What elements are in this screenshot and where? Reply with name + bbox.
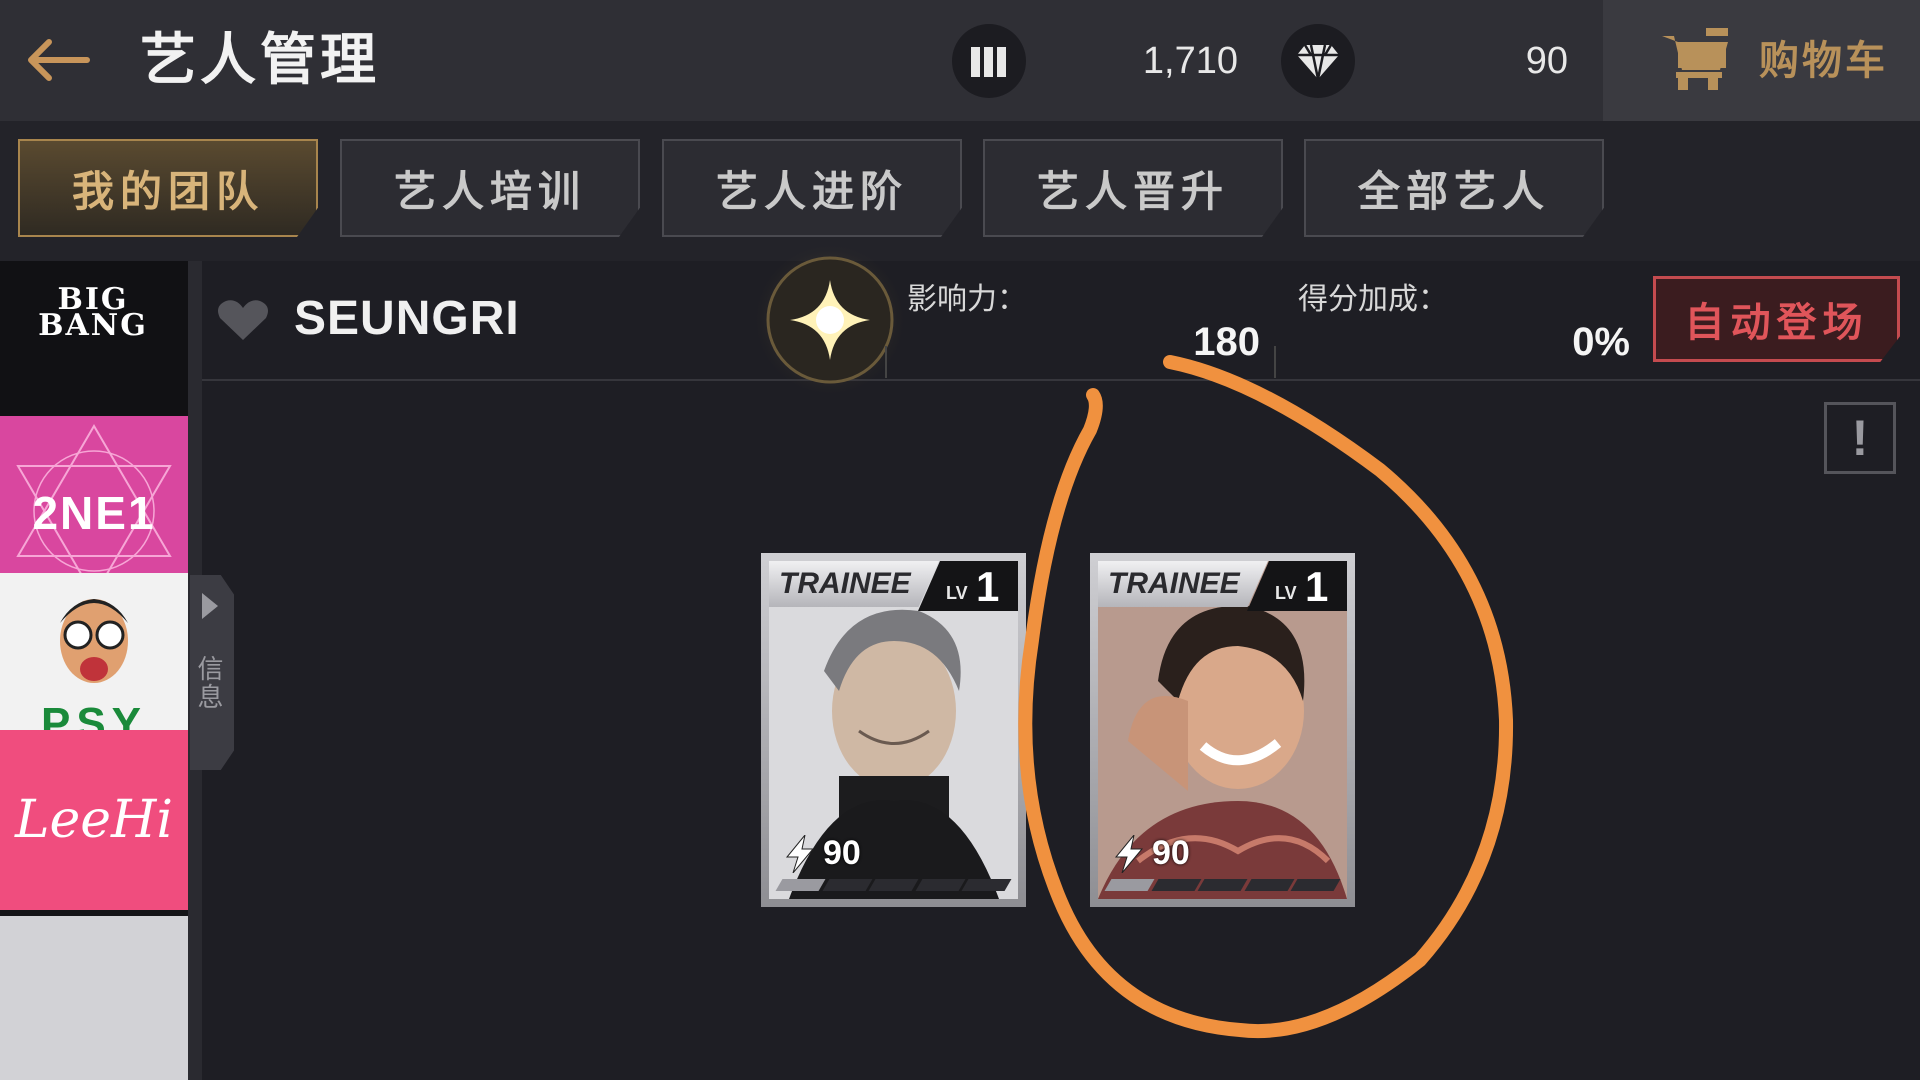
- card-progress-segment: [822, 879, 872, 891]
- currency2-value: 90: [1525, 40, 1568, 82]
- card-power-value: 90: [1152, 834, 1190, 872]
- card-power: 90: [783, 834, 861, 873]
- lightning-icon: [1114, 834, 1144, 873]
- card-progress-segment: [961, 879, 1012, 891]
- group-logo-2ne1: 2NE1: [32, 487, 156, 539]
- auto-debut-button[interactable]: 自动登场: [1653, 276, 1900, 362]
- card-progress-segment: [775, 879, 826, 891]
- card-progress-segment: [868, 879, 919, 891]
- shop-label: 购物车: [1759, 39, 1888, 83]
- app-root: 艺人管理 1,710 90 购物车 我的团队 艺人培训 艺人进阶 艺人晋升 全部…: [0, 0, 1920, 1080]
- card-progress-segment: [1244, 879, 1294, 891]
- card-progress-bar: [1104, 879, 1341, 891]
- triangle-right-icon: [202, 593, 218, 619]
- currency1-value: 1,710: [1142, 40, 1238, 82]
- heart-icon[interactable]: [216, 298, 270, 342]
- card-progress-segment: [1290, 879, 1341, 891]
- card-lv-label: LV: [946, 583, 968, 603]
- tab-my-team[interactable]: 我的团队: [18, 139, 318, 237]
- artist-card[interactable]: TRAINEE LV 1 90: [1090, 553, 1355, 907]
- psy-face-icon: [60, 599, 128, 683]
- bars-icon: [971, 47, 1006, 77]
- group-logo-bigbang: BIG BANG: [38, 282, 148, 343]
- card-level: 1: [976, 563, 1000, 610]
- influence-label: 影响力：: [907, 283, 1027, 316]
- currency1-icon-wrap[interactable]: [952, 24, 1026, 98]
- influence-value: 180: [1193, 320, 1260, 364]
- card-power: 90: [1112, 834, 1190, 873]
- exclamation-icon[interactable]: !: [1824, 402, 1896, 474]
- arrow-left-icon: [28, 39, 90, 81]
- group-logo-leehi: LeeHi: [14, 790, 174, 850]
- back-button[interactable]: [22, 30, 94, 90]
- score-bonus-value: 0%: [1572, 320, 1630, 364]
- top-bar: 艺人管理 1,710 90 购物车: [0, 0, 1920, 121]
- card-portrait: TRAINEE LV 1 90: [1098, 561, 1347, 899]
- card-power-value: 90: [823, 834, 861, 872]
- card-portrait: TRAINEE LV 1 90: [769, 561, 1018, 899]
- shop-button[interactable]: 购物车: [1603, 0, 1920, 121]
- card-lv-label: LV: [1275, 583, 1297, 603]
- tab-artist-advance[interactable]: 艺人进阶: [662, 139, 962, 237]
- tab-artist-promotion[interactable]: 艺人晋升: [983, 139, 1283, 237]
- card-tag: TRAINEE: [769, 561, 939, 607]
- lightning-icon: [785, 834, 815, 873]
- star-glow-icon: [752, 242, 908, 398]
- card-tag: TRAINEE: [1098, 561, 1268, 607]
- cart-icon: [1662, 28, 1728, 90]
- page-title: 艺人管理: [140, 28, 380, 91]
- stat-separator: [885, 346, 887, 378]
- tab-artist-training[interactable]: 艺人培训: [340, 139, 640, 237]
- tab-bar: 我的团队 艺人培训 艺人进阶 艺人晋升 全部艺人: [0, 121, 1920, 261]
- card-progress-segment: [915, 879, 965, 891]
- currency2-icon-wrap[interactable]: [1281, 24, 1355, 98]
- stat-separator: [1274, 346, 1276, 378]
- card-progress-segment: [1197, 879, 1248, 891]
- group-list: BIG BANG 2NE1 PSY LeeHi: [0, 261, 188, 1080]
- card-progress-bar: [775, 879, 1012, 891]
- group-item-next[interactable]: [0, 916, 188, 1080]
- info-drawer-label: 信息: [194, 655, 224, 711]
- group-item-leehi[interactable]: LeeHi: [0, 730, 188, 910]
- artist-name: SEUNGRI: [294, 292, 520, 345]
- diamond-icon: [1297, 44, 1339, 80]
- card-progress-segment: [1151, 879, 1201, 891]
- artist-card[interactable]: TRAINEE LV 1 90: [761, 553, 1026, 907]
- card-progress-segment: [1104, 879, 1155, 891]
- score-bonus-label: 得分加成：: [1298, 283, 1448, 316]
- tab-all-artists[interactable]: 全部艺人: [1304, 139, 1604, 237]
- card-level: 1: [1305, 563, 1329, 610]
